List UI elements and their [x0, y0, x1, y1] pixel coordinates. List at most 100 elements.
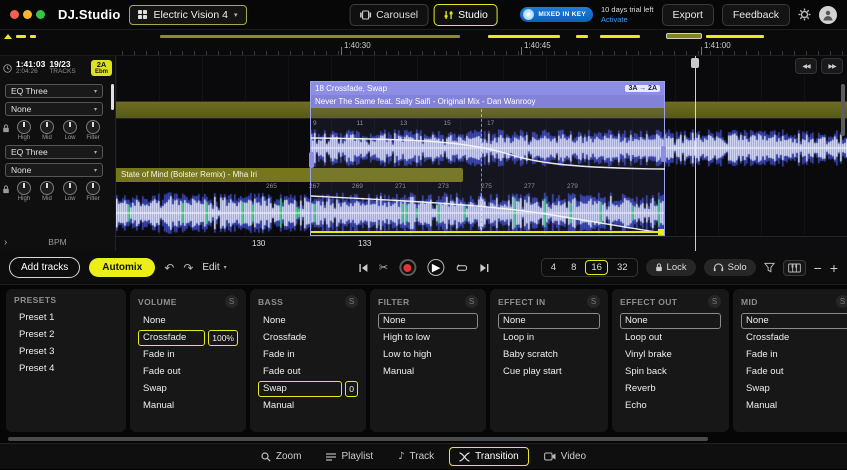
add-tracks-button[interactable]: Add tracks [9, 257, 80, 278]
option-manual[interactable]: Manual [138, 398, 238, 414]
option-fade-out[interactable]: Fade out [258, 364, 358, 380]
lock-icon[interactable] [2, 124, 10, 133]
activate-link[interactable]: Activate [601, 15, 654, 24]
option-loop-out[interactable]: Loop out [620, 330, 721, 346]
option-fade-in[interactable]: Fade in [138, 347, 238, 363]
fade-boundary-handle[interactable] [658, 229, 664, 235]
automation-curves[interactable] [311, 82, 666, 237]
redo-button[interactable]: ↷ [183, 261, 193, 275]
option-swap[interactable]: Swap0 [258, 381, 358, 397]
option-none[interactable]: None [741, 313, 847, 329]
eq-scrollbar[interactable] [111, 84, 114, 110]
option-none[interactable]: None [378, 313, 478, 329]
option-manual[interactable]: Manual [741, 398, 847, 414]
feedback-button[interactable]: Feedback [722, 4, 790, 26]
play-button[interactable]: ▶ [427, 259, 444, 276]
knob-mid[interactable]: Mid [37, 120, 57, 141]
solo-toggle[interactable]: Solo [704, 259, 756, 276]
option-crossfade[interactable]: Crossfade [741, 330, 847, 346]
tab-zoom[interactable]: Zoom [251, 447, 312, 466]
automix-preset-select[interactable]: Electric Vision 4 ▾ [129, 5, 246, 25]
option-preset-3[interactable]: Preset 3 [14, 344, 118, 360]
snap-16[interactable]: 16 [585, 260, 608, 275]
option-value[interactable]: 100% [208, 330, 238, 346]
zoom-in-button[interactable]: + [830, 260, 838, 276]
horizontal-scroll-thumb[interactable] [8, 437, 708, 441]
option-fade-in[interactable]: Fade in [741, 347, 847, 363]
option-swap[interactable]: Swap [741, 381, 847, 397]
option-echo[interactable]: Echo [620, 398, 721, 414]
lock-toggle[interactable]: Lock [646, 259, 696, 276]
fade-boundary-line[interactable] [311, 231, 662, 233]
option-high-to-low[interactable]: High to low [378, 330, 478, 346]
option-vinyl-brake[interactable]: Vinyl brake [620, 347, 721, 363]
maximize-button[interactable] [36, 10, 45, 19]
skip-start-button[interactable] [358, 263, 368, 273]
option-fade-out[interactable]: Fade out [138, 364, 238, 380]
sync-badge[interactable]: S [465, 295, 478, 308]
option-none[interactable]: None [258, 313, 358, 329]
transition-clip[interactable]: 18 Crossfade, Swap 3A → 2A Never The Sam… [310, 81, 665, 236]
timeline-head[interactable]: 1:40:301:40:451:41:00 [0, 30, 847, 56]
eq-fx-select-a[interactable]: None▾ [5, 102, 103, 116]
zoom-out-button[interactable]: − [814, 260, 822, 276]
option-preset-1[interactable]: Preset 1 [14, 310, 118, 326]
tab-track[interactable]: ♪Track [388, 447, 444, 466]
undo-button[interactable]: ↶ [164, 261, 174, 275]
knob-filter[interactable]: Filter [83, 181, 103, 202]
snap-8[interactable]: 8 [565, 260, 582, 275]
automix-button[interactable]: Automix [89, 258, 155, 277]
option-cue-play-start[interactable]: Cue play start [498, 364, 600, 380]
option-low-to-high[interactable]: Low to high [378, 347, 478, 363]
sync-badge[interactable]: S [708, 295, 721, 308]
sync-badge[interactable]: S [587, 295, 600, 308]
settings-gear-icon[interactable] [798, 8, 811, 21]
option-baby-scratch[interactable]: Baby scratch [498, 347, 600, 363]
close-button[interactable] [10, 10, 19, 19]
eq-fx-select-b[interactable]: None▾ [5, 163, 103, 177]
option-reverb[interactable]: Reverb [620, 381, 721, 397]
option-fade-out[interactable]: Fade out [741, 364, 847, 380]
sync-badge[interactable]: S [225, 295, 238, 308]
user-avatar[interactable] [819, 6, 837, 24]
clip-handle-right[interactable] [661, 146, 666, 162]
skip-end-button[interactable] [479, 263, 489, 273]
clip-handle-left[interactable] [309, 152, 314, 168]
eq-type-select-a[interactable]: EQ Three▾ [5, 84, 103, 98]
minimap[interactable] [0, 34, 847, 40]
tab-transition[interactable]: Transition [449, 447, 529, 466]
edit-menu-button[interactable]: Edit▾ [202, 262, 226, 273]
option-swap[interactable]: Swap [138, 381, 238, 397]
sync-badge[interactable]: S [836, 295, 847, 308]
mixed-in-key-badge[interactable]: MIXED IN KEY [520, 7, 593, 22]
loop-button[interactable] [455, 263, 468, 273]
tab-playlist[interactable]: Playlist [316, 447, 383, 466]
knob-high[interactable]: High [14, 181, 34, 202]
playhead[interactable] [695, 56, 696, 251]
knob-low[interactable]: Low [60, 120, 80, 141]
option-none[interactable]: None [620, 313, 721, 329]
horizontal-scrollbar[interactable] [0, 435, 847, 443]
studio-button[interactable]: Studio [433, 4, 498, 26]
option-preset-4[interactable]: Preset 4 [14, 361, 118, 377]
option-none[interactable]: None [138, 313, 238, 329]
knob-high[interactable]: High [14, 120, 34, 141]
option-spin-back[interactable]: Spin back [620, 364, 721, 380]
volume-curve-a[interactable] [311, 138, 665, 169]
snap-4[interactable]: 4 [545, 260, 562, 275]
sync-badge[interactable]: S [345, 295, 358, 308]
vertical-scrollbar[interactable] [841, 84, 845, 136]
playhead-handle[interactable] [691, 58, 699, 68]
minimize-button[interactable] [23, 10, 32, 19]
keyboard-button[interactable] [783, 260, 806, 276]
option-none[interactable]: None [498, 313, 600, 329]
carousel-button[interactable]: Carousel [349, 4, 428, 26]
volume-curve-b[interactable] [311, 196, 663, 233]
option-manual[interactable]: Manual [258, 398, 358, 414]
record-button[interactable] [399, 259, 416, 276]
seek-forward-button[interactable]: ▶▶ [821, 58, 843, 74]
eq-type-select-b[interactable]: EQ Three▾ [5, 145, 103, 159]
option-crossfade[interactable]: Crossfade100% [138, 330, 238, 346]
knob-low[interactable]: Low [60, 181, 80, 202]
snap-32[interactable]: 32 [611, 260, 634, 275]
